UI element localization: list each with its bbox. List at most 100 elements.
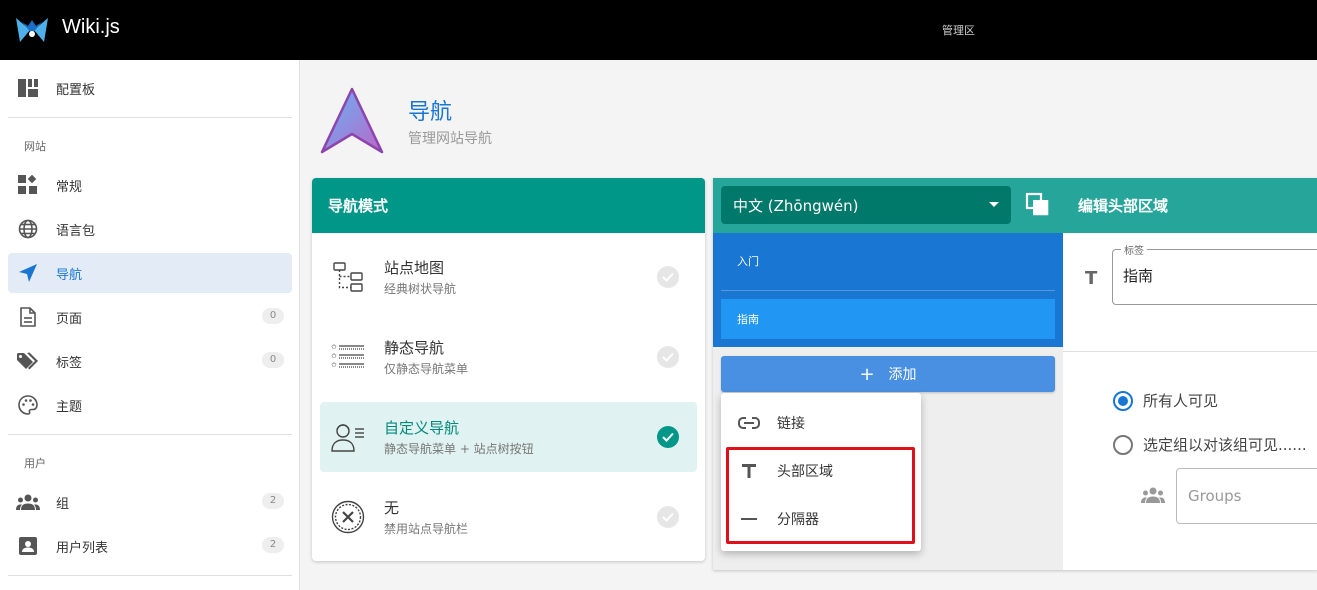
dashboard-icon — [16, 76, 40, 100]
sidebar: 配置板 网站 常规 语言包 导航 页面 0 标签 0 主题 用户 组 2 用户列… — [0, 60, 300, 590]
svg-text:✩: ✩ — [331, 343, 337, 351]
sidebar-item-label: 导航 — [56, 267, 83, 283]
properties-divider — [1063, 351, 1317, 352]
add-button-label: 添加 — [888, 367, 917, 383]
mode-item-static[interactable]: ✩ ✩ ✩ 静态导航 仅静态导航菜单 — [320, 322, 697, 392]
visibility-groups-label: 选定组以对该组可见...... — [1143, 436, 1307, 454]
sidebar-item-pages[interactable]: 页面 0 — [8, 297, 292, 337]
app-title[interactable]: Wiki.js — [62, 16, 120, 39]
add-button[interactable]: + 添加 — [721, 356, 1055, 392]
sidebar-divider — [8, 117, 292, 118]
sidebar-divider — [8, 575, 292, 576]
menu-item-link[interactable]: 链接 — [721, 399, 921, 447]
cancel-circle-icon — [328, 497, 368, 537]
groups-count-badge: 2 — [262, 493, 284, 509]
sitemap-icon — [328, 257, 368, 297]
label-field-legend: 标签 — [1121, 242, 1147, 257]
mode-title: 静态导航 — [384, 339, 445, 357]
section-title-site: 网站 — [24, 140, 46, 153]
mode-desc: 仅静态导航菜单 — [384, 362, 469, 376]
edit-header-title: 编辑头部区域 — [1078, 197, 1169, 215]
sidebar-item-tags[interactable]: 标签 0 — [8, 341, 292, 381]
section-title-users: 用户 — [24, 457, 46, 470]
sidebar-item-general[interactable]: 常规 — [8, 165, 292, 205]
page-subtitle: 管理网站导航 — [408, 131, 492, 147]
people-icon — [1141, 487, 1165, 503]
check-circle-icon — [657, 426, 679, 448]
users-count-badge: 2 — [262, 537, 284, 553]
groups-field[interactable] — [1176, 468, 1317, 524]
nav-item-guide[interactable]: 指南 — [721, 299, 1055, 339]
sidebar-item-users[interactable]: 用户列表 2 — [8, 526, 292, 566]
admin-area-label: 管理区 — [942, 24, 975, 37]
sidebar-item-navigation[interactable]: 导航 — [8, 253, 292, 293]
link-icon — [737, 411, 761, 435]
check-circle-icon — [657, 506, 679, 528]
sidebar-item-label: 语言包 — [56, 223, 96, 239]
tags-icon — [16, 349, 40, 373]
label-input[interactable] — [1123, 266, 1303, 284]
top-bar: Wiki.js 管理区 — [0, 0, 1317, 60]
account-box-icon — [16, 534, 40, 558]
mode-title: 自定义导航 — [384, 419, 460, 437]
static-list-icon: ✩ ✩ ✩ — [328, 337, 368, 377]
highlight-annotation-box — [726, 447, 915, 544]
sidebar-item-theme[interactable]: 主题 — [8, 385, 292, 425]
groups-input[interactable] — [1188, 487, 1317, 505]
palette-icon — [16, 393, 40, 417]
sidebar-item-label: 配置板 — [56, 82, 96, 98]
sidebar-item-label: 标签 — [56, 355, 83, 371]
sidebar-item-label: 页面 — [56, 311, 83, 327]
sidebar-item-label: 主题 — [56, 399, 83, 415]
sidebar-item-dashboard[interactable]: 配置板 — [8, 68, 292, 108]
menu-item-label: 链接 — [777, 416, 805, 432]
svg-text:✩: ✩ — [331, 352, 337, 360]
pages-count-badge: 0 — [262, 308, 284, 324]
mode-item-none[interactable]: 无 禁用站点导航栏 — [320, 482, 697, 552]
sidebar-item-label: 组 — [56, 496, 70, 512]
mode-desc: 静态导航菜单 + 站点树按钮 — [384, 442, 534, 456]
svg-text:✩: ✩ — [331, 361, 337, 369]
tags-count-badge: 0 — [262, 352, 284, 368]
page-title: 导航 — [408, 100, 453, 125]
mode-title: 无 — [384, 499, 400, 517]
locale-select-value: 中文 (Zhōngwén) — [733, 196, 859, 215]
navigation-mode-card: 导航模式 站点地图 经典树状导航 ✩ ✩ ✩ 静态导航 仅静态导航菜单 自定义导航 — [312, 178, 705, 561]
locale-select[interactable]: 中文 (Zhōngwén) — [721, 186, 1011, 224]
sidebar-divider — [8, 434, 292, 435]
sidebar-item-label: 用户列表 — [56, 540, 109, 556]
plus-icon: + — [859, 363, 875, 385]
editor-header: 中文 (Zhōngwén) 编辑头部区域 — [713, 178, 1317, 233]
mode-item-sitemap[interactable]: 站点地图 经典树状导航 — [320, 242, 697, 312]
label-field[interactable]: 标签 — [1112, 242, 1317, 305]
visibility-groups-radio[interactable]: 选定组以对该组可见...... — [1113, 434, 1307, 455]
navigation-arrow-icon — [16, 261, 40, 285]
copy-icon[interactable] — [1025, 192, 1049, 216]
chevron-down-icon — [989, 202, 999, 207]
widgets-icon — [16, 173, 40, 197]
file-icon — [16, 305, 40, 329]
nav-items-panel: 入门 指南 — [713, 233, 1063, 347]
mode-desc: 禁用站点导航栏 — [384, 522, 469, 536]
globe-icon — [16, 217, 40, 241]
mode-title: 站点地图 — [384, 259, 445, 277]
navigation-page-logo-icon — [320, 87, 384, 154]
visibility-all-label: 所有人可见 — [1143, 392, 1219, 410]
sidebar-item-label: 常规 — [56, 179, 83, 195]
custom-user-icon — [328, 417, 368, 457]
sidebar-item-locale[interactable]: 语言包 — [8, 209, 292, 249]
nav-item-getting-started[interactable]: 入门 — [721, 241, 1055, 281]
check-circle-icon — [657, 266, 679, 288]
check-circle-icon — [657, 346, 679, 368]
visibility-all-radio[interactable]: 所有人可见 — [1113, 390, 1218, 411]
mode-item-custom[interactable]: 自定义导航 静态导航菜单 + 站点树按钮 — [320, 402, 697, 472]
radio-unchecked-icon — [1113, 434, 1133, 455]
text-header-icon: T — [1085, 268, 1098, 289]
nav-item-divider — [721, 290, 1055, 291]
navigation-mode-header: 导航模式 — [312, 178, 705, 233]
wikijs-logo-icon[interactable] — [14, 12, 50, 48]
radio-checked-icon — [1113, 390, 1133, 411]
people-icon — [16, 490, 40, 514]
sidebar-item-groups[interactable]: 组 2 — [8, 482, 292, 522]
mode-desc: 经典树状导航 — [384, 282, 457, 296]
